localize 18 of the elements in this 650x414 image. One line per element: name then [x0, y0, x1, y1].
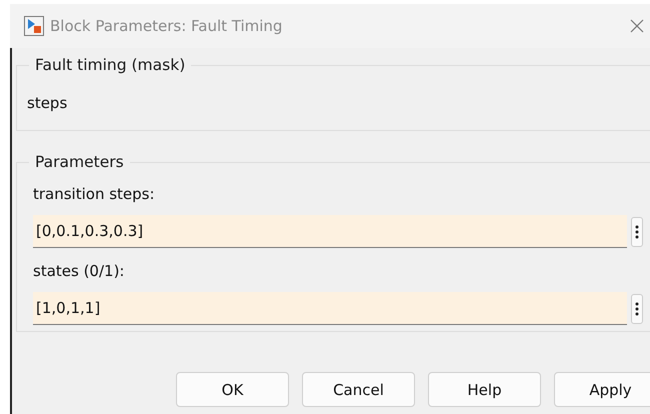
more-options-button[interactable]	[631, 294, 643, 324]
parameter-field[interactable]: [0,0.1,0.3,0.3]	[33, 215, 627, 248]
dots-icon	[635, 224, 639, 238]
block-icon	[24, 16, 44, 36]
group-title: Parameters	[34, 153, 125, 171]
close-icon[interactable]	[630, 19, 644, 33]
dialog-button[interactable]: OK	[176, 372, 289, 407]
dialog-button[interactable]: Cancel	[302, 372, 415, 407]
parameter-label: states (0/1):	[33, 262, 126, 280]
window-title: Block Parameters: Fault Timing	[50, 17, 282, 35]
description-text: steps	[27, 93, 68, 114]
dialog-button[interactable]: Help	[428, 372, 541, 407]
more-options-button[interactable]	[631, 216, 643, 246]
dialog-button[interactable]: Apply	[554, 372, 650, 407]
dots-icon	[635, 302, 639, 316]
parameter-field[interactable]: [1,0,1,1]	[33, 292, 627, 325]
group-title: Fault timing (mask)	[34, 56, 186, 74]
parameter-label: transition steps:	[33, 185, 156, 203]
